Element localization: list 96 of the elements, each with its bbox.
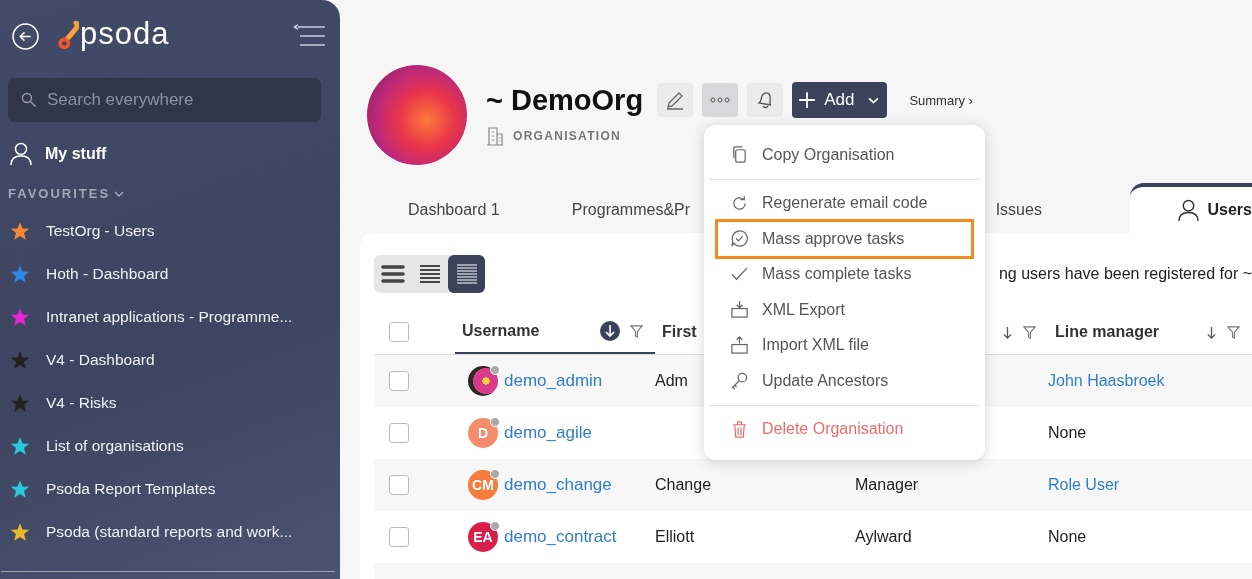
star-icon <box>10 263 30 284</box>
caret-icon <box>868 96 880 104</box>
sort-icon[interactable] <box>1002 324 1013 340</box>
search-icon <box>21 92 37 108</box>
filter-icon[interactable] <box>1227 325 1240 339</box>
table-cell: None <box>1048 424 1087 442</box>
menu-item[interactable]: Update Ancestors <box>717 363 972 399</box>
star-icon <box>10 478 30 499</box>
export-icon <box>730 300 749 320</box>
column-header[interactable]: First <box>662 323 697 341</box>
my-stuff-link[interactable]: My stuff <box>45 145 107 163</box>
chevron-icon[interactable] <box>114 190 125 197</box>
filter-icon[interactable] <box>1023 325 1036 339</box>
table-cell: Change <box>655 476 712 494</box>
filter-icon[interactable] <box>630 324 643 338</box>
add-button[interactable]: Add <box>792 82 888 118</box>
favourite-link[interactable]: V4 - Dashboard <box>46 350 155 369</box>
select-all-checkbox[interactable] <box>389 322 409 342</box>
table-cell: Adm <box>655 372 688 390</box>
menu-item[interactable]: Regenerate email code <box>717 185 972 221</box>
search-field[interactable]: Search everywhere <box>8 78 321 122</box>
username-link[interactable]: demo_change <box>504 475 612 495</box>
logo-text: psoda <box>80 16 170 52</box>
sort-icon[interactable] <box>600 321 620 341</box>
edit-button[interactable] <box>657 83 694 117</box>
intro-text: ng users have been registered for ~ <box>998 265 1252 283</box>
tab[interactable]: Users <box>1129 183 1252 233</box>
star-icon <box>10 392 30 413</box>
favourite-link[interactable]: Psoda Report Templates <box>46 479 216 498</box>
logo-icon <box>57 21 79 51</box>
row-checkbox[interactable] <box>389 371 409 391</box>
refresh-icon <box>730 193 749 213</box>
star-icon <box>10 349 30 370</box>
pencil-icon <box>665 90 686 110</box>
status-dot <box>490 469 500 479</box>
table-cell: Aylward <box>855 528 912 546</box>
summary-link[interactable]: Summary › <box>909 92 973 108</box>
dots-icon <box>710 96 731 104</box>
menu-item[interactable]: Mass approve tasks <box>717 221 972 257</box>
copy-icon <box>730 145 749 165</box>
row-checkbox[interactable] <box>389 423 409 443</box>
lines-icon <box>417 264 442 284</box>
user-icon <box>10 142 32 166</box>
menu-item[interactable]: Import XML file <box>717 327 972 363</box>
user-icon <box>1177 198 1199 222</box>
table-cell: Manager <box>855 476 919 494</box>
star-icon <box>10 435 30 456</box>
bell-button[interactable] <box>747 83 784 117</box>
avatar-initials: CM <box>468 470 498 500</box>
username-link[interactable]: demo_agile <box>504 423 592 443</box>
type-label: ORGANISATION <box>513 129 622 143</box>
plus-icon <box>798 91 817 109</box>
avatar-initials: EA <box>468 522 498 552</box>
table-cell: None <box>1048 528 1087 546</box>
star-icon <box>10 220 30 241</box>
favourite-link[interactable]: Hoth - Dashboard <box>46 264 169 283</box>
sort-icon[interactable] <box>1206 324 1217 340</box>
favourite-link[interactable]: Intranet applications - Programme... <box>46 307 293 326</box>
approve-icon <box>730 229 749 249</box>
status-dot <box>490 521 500 531</box>
tab[interactable]: Dashboard 1 <box>408 187 572 233</box>
page-title: ~ DemoOrg <box>486 83 644 117</box>
star-icon <box>10 521 30 542</box>
row-checkbox[interactable] <box>389 527 409 547</box>
trash-icon <box>730 419 749 439</box>
avatar-initials: D <box>468 418 498 448</box>
star-icon <box>10 306 30 327</box>
menu-icon[interactable] <box>292 24 326 48</box>
favourite-link[interactable]: V4 - Risks <box>46 393 117 412</box>
favourite-link[interactable]: List of organisations <box>46 436 184 455</box>
import-icon <box>730 335 749 355</box>
status-dot <box>490 365 500 375</box>
building-icon <box>486 126 504 146</box>
more-button[interactable] <box>702 83 739 117</box>
username-link[interactable]: demo_contract <box>504 527 617 547</box>
line-manager-link[interactable]: John Haasbroek <box>1048 372 1165 390</box>
lines-icon <box>380 264 405 284</box>
view-mode-button[interactable] <box>448 255 485 293</box>
menu-item[interactable]: XML Export <box>717 292 972 328</box>
username-link[interactable]: demo_admin <box>504 371 603 391</box>
column-header[interactable]: Username <box>462 322 540 340</box>
status-dot <box>490 417 500 427</box>
row-checkbox[interactable] <box>389 475 409 495</box>
line-manager-link[interactable]: Role User <box>1048 476 1120 494</box>
table-cell: Elliott <box>655 528 695 546</box>
favourite-link[interactable]: TestOrg - Users <box>46 221 155 240</box>
menu-item[interactable]: Mass complete tasks <box>717 256 972 292</box>
menu-item[interactable]: Copy Organisation <box>717 137 972 173</box>
favourites-heading[interactable]: FAVOURITES <box>8 186 111 201</box>
favourite-link[interactable]: Psoda (standard reports and work... <box>46 522 293 541</box>
back-icon[interactable] <box>12 22 39 50</box>
avatar-photo <box>468 366 498 396</box>
key-icon <box>730 371 749 391</box>
tab[interactable]: Issues <box>995 187 1130 233</box>
lines-icon <box>454 264 479 284</box>
column-header[interactable]: Line manager <box>1055 323 1160 341</box>
